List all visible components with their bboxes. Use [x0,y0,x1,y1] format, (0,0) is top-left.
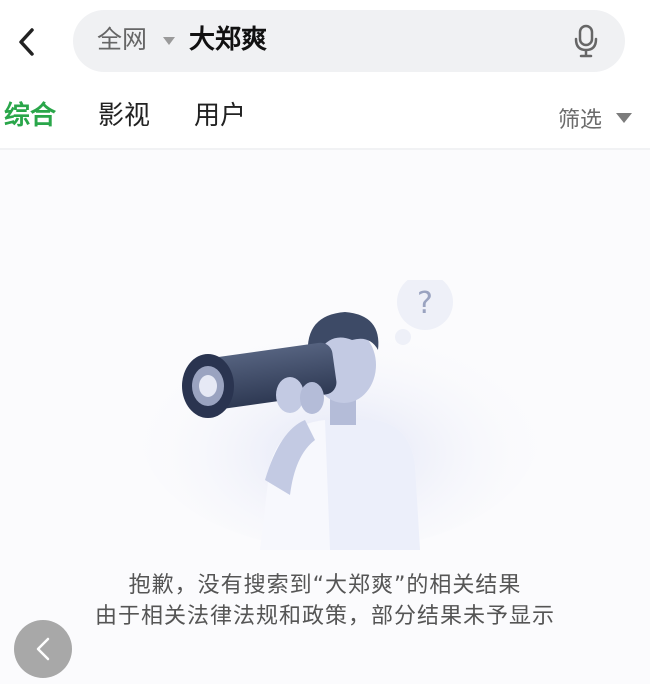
microphone-icon[interactable] [573,24,599,58]
empty-message-line1: 抱歉，没有搜索到“大郑爽”的相关结果 [128,573,522,598]
floating-back-icon [36,637,50,661]
filter-label: 筛选 [557,108,602,133]
dropdown-caret-icon [163,37,175,45]
floating-back-button[interactable] [14,620,72,678]
top-bar: 全网 大郑爽 [0,0,650,82]
tab-users[interactable]: 用户 [194,98,246,134]
back-arrow-icon [19,28,34,56]
tab-comprehensive[interactable]: 综合 [4,98,56,134]
filter-button[interactable]: 筛选 [558,102,632,134]
result-tabs: 综合 影视 用户 筛选 [0,90,650,146]
search-input[interactable]: 大郑爽 [189,23,267,57]
empty-results-area: ? 抱歉，没有搜索到“大郑爽”的相关结果 由于相关法律法规和政策，部分结果未予显… [0,150,650,684]
search-bar[interactable]: 全网 大郑爽 [73,10,625,72]
empty-message-line2: 由于相关法律法规和政策，部分结果未予显示 [94,604,555,629]
tab-video[interactable]: 影视 [98,98,150,134]
question-mark: ? [417,286,433,321]
search-scope-selector[interactable]: 全网 [97,24,147,56]
telescope-person-illustration: ? [140,280,540,550]
back-button[interactable] [8,22,44,62]
filter-caret-icon [616,113,632,123]
